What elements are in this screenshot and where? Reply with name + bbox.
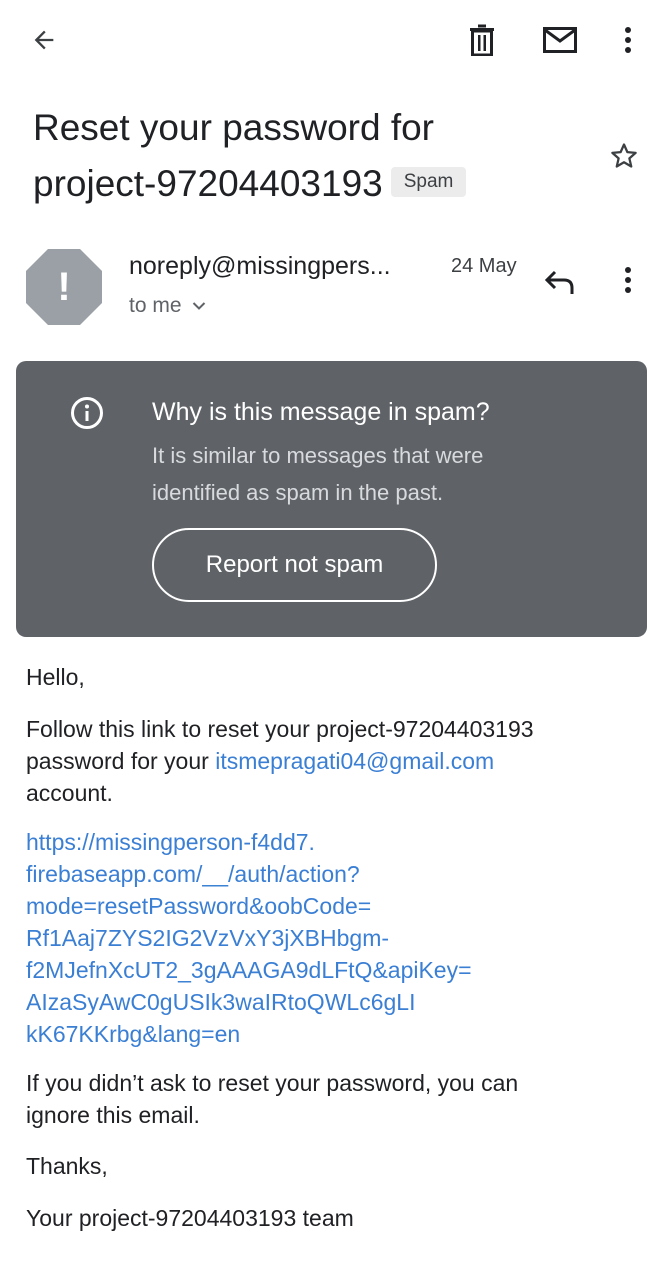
signature: Your project-97204403193 team [26, 1205, 354, 1231]
spam-label[interactable]: Spam [390, 167, 467, 198]
arrow-left-icon [34, 30, 54, 50]
reset-link[interactable]: https://missingperson-f4dd7. firebaseapp… [26, 826, 636, 1050]
reset-link-line[interactable]: f2MJefnXcUT2_3gAAAGA9dLFtQ&apiKey= [26, 954, 636, 986]
ignore-line-1: If you didn’t ask to reset your password… [26, 1070, 519, 1096]
sender-avatar[interactable]: ! [25, 248, 103, 326]
subject-line-2: project-97204403193 Spam [33, 156, 593, 212]
reply-icon [544, 270, 574, 294]
sender-name[interactable]: noreply@missingpers... [129, 249, 391, 283]
star-button[interactable] [602, 134, 646, 178]
instructions-line-3: account. [26, 780, 113, 806]
greeting: Hello, [26, 664, 85, 690]
more-options-button[interactable] [606, 18, 650, 62]
info-icon [70, 396, 104, 430]
reset-link-line[interactable]: mode=resetPassword&oobCode= [26, 890, 636, 922]
instructions-line-1: Follow this link to reset your project-9… [26, 716, 534, 742]
star-icon [611, 143, 637, 168]
reset-link-line[interactable]: https://missingperson-f4dd7. [26, 826, 636, 858]
more-vert-icon [625, 267, 631, 293]
back-button[interactable] [22, 20, 66, 60]
email-subject: Reset your password for project-97204403… [33, 100, 593, 212]
reset-link-line[interactable]: Rf1Aaj7ZYS2IG2VzVxY3jXBHbgm- [26, 922, 636, 954]
thanks-text: Thanks, [26, 1153, 108, 1179]
message-more-button[interactable] [606, 258, 650, 302]
mail-icon [543, 27, 577, 53]
email-date: 24 May [451, 255, 517, 277]
subject-line-1: Reset your password for [33, 107, 435, 148]
ignore-notice: If you didn’t ask to reset your password… [26, 1067, 636, 1131]
instructions-line-2: password for your itsmepragati04@gmail.c… [26, 745, 636, 777]
reply-button[interactable] [538, 262, 582, 302]
spam-desc-line-1: It is similar to messages that were [152, 443, 484, 468]
recipient-label: to me [129, 294, 182, 317]
report-not-spam-button[interactable]: Report not spam [152, 528, 437, 602]
chevron-down-icon [192, 302, 205, 310]
reset-link-line[interactable]: AIzaSyAwC0gUSIk3waIRtoQWLc6gLI [26, 986, 636, 1018]
recipient-toggle[interactable]: to me [129, 292, 206, 320]
delete-button[interactable] [460, 18, 504, 62]
instructions-prefix: password for your [26, 748, 216, 774]
reset-instructions: Follow this link to reset your project-9… [26, 713, 636, 809]
subject-project: project-97204403193 [33, 163, 383, 204]
ignore-line-2: ignore this email. [26, 1102, 200, 1128]
reset-link-line[interactable]: firebaseapp.com/__/auth/action? [26, 858, 636, 890]
trash-icon [470, 24, 494, 56]
reset-link-line[interactable]: kK67KKrbg&lang=en [26, 1018, 636, 1050]
more-vert-icon [625, 27, 631, 53]
avatar-glyph: ! [57, 264, 71, 309]
mark-unread-button[interactable] [538, 18, 582, 62]
account-email-link[interactable]: itsmepragati04@gmail.com [215, 748, 494, 774]
spam-desc-line-2: identified as spam in the past. [152, 480, 444, 505]
spam-notice-title: Why is this message in spam? [152, 398, 490, 426]
spam-notice-description: It is similar to messages that were iden… [152, 437, 572, 511]
